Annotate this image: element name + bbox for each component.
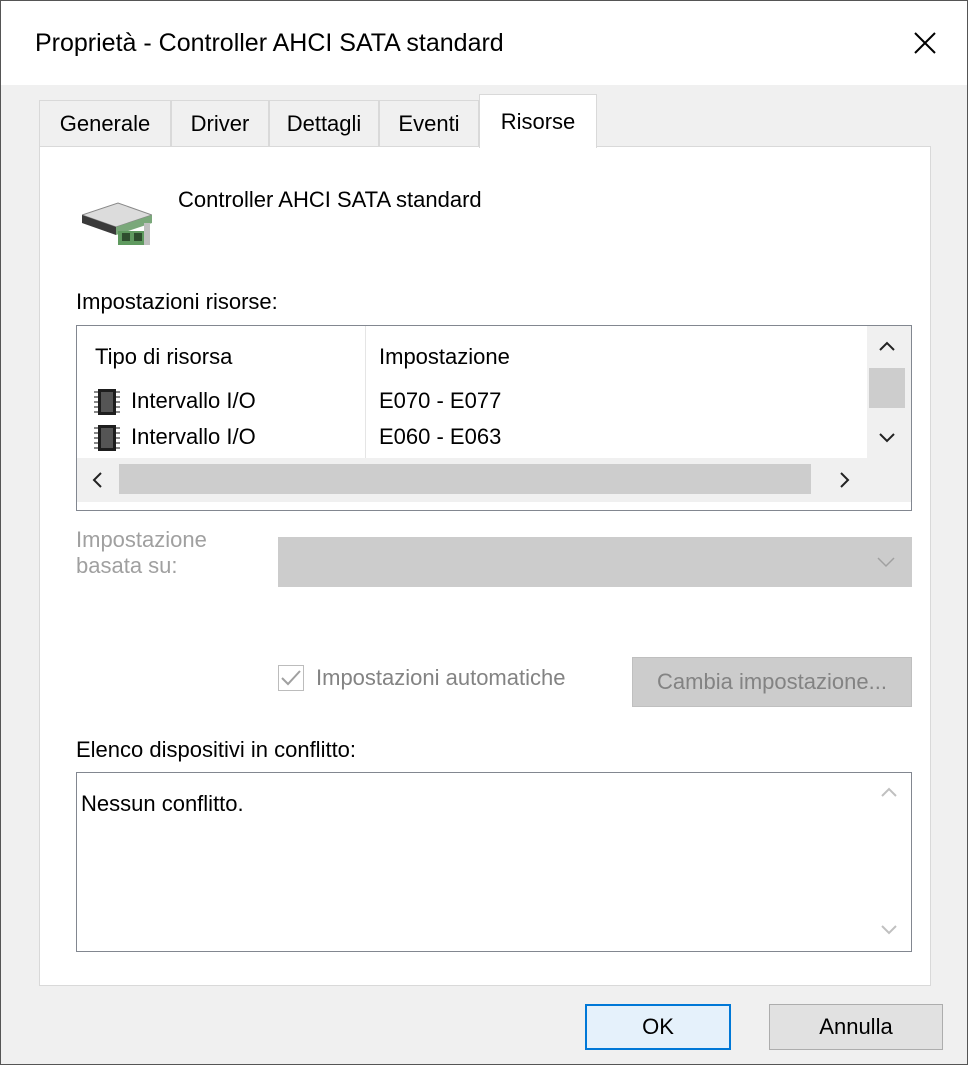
tab-panel-risorse: Controller AHCI SATA standard Impostazio… — [39, 146, 931, 986]
based-on-label: Impostazione basata su: — [76, 527, 207, 578]
cancel-button[interactable]: Annulla — [769, 1004, 943, 1050]
based-on-combobox[interactable] — [278, 537, 912, 587]
scroll-up-arrow[interactable] — [867, 326, 907, 366]
column-header-setting[interactable]: Impostazione — [379, 344, 510, 370]
conflict-list-label: Elenco dispositivi in conflitto: — [76, 737, 357, 762]
chevron-down-icon — [879, 433, 895, 443]
scroll-left-arrow[interactable] — [77, 458, 117, 502]
resource-settings-label: Impostazioni risorse: — [76, 289, 278, 314]
chevron-left-icon — [92, 472, 102, 488]
ok-button[interactable]: OK — [585, 1004, 731, 1050]
chevron-up-icon — [881, 787, 897, 797]
resource-type: Intervallo I/O — [131, 424, 256, 449]
tab-generale[interactable]: Generale — [39, 100, 171, 146]
horizontal-scroll-thumb[interactable] — [119, 464, 811, 494]
resource-list-vertical-scrollbar[interactable] — [867, 326, 911, 458]
tab-driver[interactable]: Driver — [171, 100, 269, 146]
conflict-list[interactable]: Nessun conflitto. — [76, 772, 912, 952]
chip-icon — [94, 389, 120, 415]
title-bar[interactable]: Proprietà - Controller AHCI SATA standar… — [1, 1, 967, 85]
close-icon — [914, 32, 936, 54]
device-name: Controller AHCI SATA standard — [178, 187, 482, 212]
resource-type: Intervallo I/O — [131, 388, 256, 413]
list-header: Tipo di risorsa Impostazione — [77, 326, 867, 382]
table-row[interactable]: Intervallo I/O E070 - E077 — [77, 384, 867, 420]
auto-settings-label[interactable]: Impostazioni automatiche — [316, 665, 565, 691]
checkmark-icon — [281, 670, 301, 686]
resource-setting: E070 - E077 — [379, 388, 502, 413]
auto-settings-checkbox[interactable] — [278, 665, 304, 691]
resource-setting: E060 - E063 — [379, 424, 502, 449]
resource-list-horizontal-scrollbar[interactable] — [77, 458, 911, 502]
table-row[interactable]: Intervallo I/O E060 - E063 — [77, 420, 867, 456]
tab-risorse[interactable]: Risorse — [479, 94, 597, 148]
close-button[interactable] — [897, 15, 953, 71]
conflict-list-scrollbar[interactable] — [869, 773, 911, 951]
scroll-down-arrow[interactable] — [867, 418, 907, 458]
properties-dialog: Proprietà - Controller AHCI SATA standar… — [0, 0, 968, 1065]
tab-dettagli[interactable]: Dettagli — [269, 100, 379, 146]
change-setting-button[interactable]: Cambia impostazione... — [632, 657, 912, 707]
conflict-text: Nessun conflitto. — [81, 791, 244, 816]
column-header-type[interactable]: Tipo di risorsa — [95, 344, 232, 370]
chevron-down-icon — [881, 925, 897, 935]
resource-list[interactable]: Tipo di risorsa Impostazione Intervallo … — [76, 325, 912, 511]
window-title: Proprietà - Controller AHCI SATA standar… — [35, 29, 504, 57]
controller-card-icon — [80, 195, 154, 256]
chevron-right-icon — [840, 472, 850, 488]
chevron-up-icon — [879, 341, 895, 351]
tab-eventi[interactable]: Eventi — [379, 100, 479, 146]
vertical-scroll-thumb[interactable] — [869, 368, 905, 408]
chip-icon — [94, 425, 120, 451]
scroll-right-arrow[interactable] — [825, 458, 865, 502]
chevron-down-icon — [877, 557, 895, 568]
